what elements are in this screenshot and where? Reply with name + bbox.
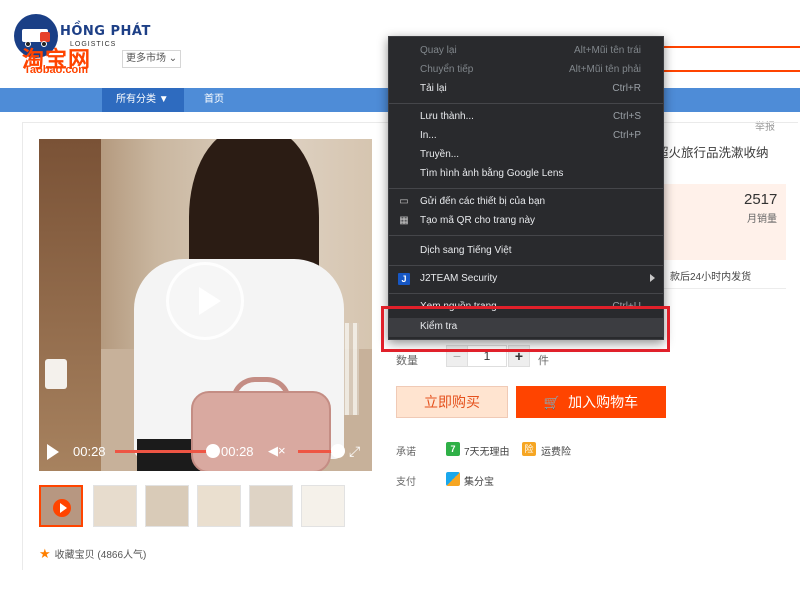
play-video-icon[interactable] [166, 262, 244, 340]
video-controls: 00:28 00:28 ◀× ⤢ [39, 434, 372, 470]
menu-separator [389, 293, 663, 294]
quantity-increase-button[interactable]: + [508, 345, 530, 367]
brand-name: HỒNG PHÁT [60, 24, 151, 39]
play-icon [53, 499, 71, 517]
thumbnail[interactable] [197, 485, 241, 527]
seven-days-return[interactable]: 7天无理由 [464, 443, 510, 458]
insurance-icon: 险 [522, 442, 536, 456]
thumbnail[interactable] [145, 485, 189, 527]
shipping-info: 款后24小时内发货 [670, 272, 752, 283]
product-title: 超火旅行品洗漱收纳 [656, 145, 769, 160]
favorite-label: 收藏宝贝 (4866人气) [54, 550, 147, 561]
submenu-arrow-icon [650, 274, 655, 282]
menu-item-view-source[interactable]: Xem nguồn trang Ctrl+U [389, 298, 663, 317]
menu-item-save-as[interactable]: Lưu thành... Ctrl+S [389, 108, 663, 127]
payment-label: 支付 [396, 477, 416, 488]
more-markets-select[interactable]: 更多市场 ⌄ [122, 50, 182, 68]
jifenbao-icon [446, 472, 460, 486]
volume-handle[interactable] [331, 444, 345, 458]
menu-item-cast[interactable]: Truyền... [389, 146, 663, 165]
menu-separator [389, 235, 663, 236]
menu-item-forward[interactable]: Chuyển tiếp Alt+Mũi tên phải [389, 61, 663, 80]
menu-separator [389, 103, 663, 104]
quantity-input[interactable] [467, 345, 507, 367]
taobao-domain: Taobao.com [24, 64, 88, 76]
payment-method[interactable]: 集分宝 [464, 473, 494, 488]
thumbnail[interactable] [301, 485, 345, 527]
monthly-sales-count: 2517 [744, 191, 778, 208]
menu-item-back[interactable]: Quay lại Alt+Mũi tên trái [389, 42, 663, 61]
progress-bar[interactable] [115, 450, 213, 453]
hong-phat-logo[interactable]: HỒNG PHÁT LOGISTICS 淘宝网 Taobao.com [14, 14, 150, 76]
monthly-sales-label: 月销量 [747, 214, 777, 225]
context-menu: Quay lại Alt+Mũi tên trái Chuyển tiếp Al… [388, 36, 664, 340]
qr-code-icon: ▦ [399, 215, 409, 226]
add-to-cart-button[interactable]: 🛒 加入购物车 [516, 386, 666, 418]
nav-home-link[interactable]: 首页 [204, 88, 224, 112]
menu-item-j2team-security[interactable]: J J2TEAM Security [389, 270, 663, 289]
menu-item-translate[interactable]: Dịch sang Tiếng Việt [389, 242, 663, 261]
divider [656, 288, 786, 289]
menu-item-print[interactable]: In... Ctrl+P [389, 127, 663, 146]
menu-item-inspect[interactable]: Kiểm tra [389, 318, 663, 337]
menu-item-send-to-devices[interactable]: ▭ Gửi đến các thiết bị của bạn [389, 193, 663, 212]
thumbnail[interactable] [93, 485, 137, 527]
thumbnail-strip [39, 485, 359, 529]
menu-separator [389, 188, 663, 189]
buy-now-button[interactable]: 立即购买 [396, 386, 508, 418]
quantity-decrease-button[interactable]: − [446, 345, 468, 367]
search-box-border [662, 46, 800, 48]
promise-label: 承诺 [396, 447, 416, 458]
thumbnail[interactable] [249, 485, 293, 527]
fullscreen-icon[interactable]: ⤢ [349, 442, 367, 460]
menu-item-google-lens[interactable]: Tìm hình ảnh bằng Google Lens [389, 165, 663, 184]
menu-separator [389, 265, 663, 266]
star-icon: ★ [39, 546, 51, 561]
thumbnail-video[interactable] [39, 485, 83, 527]
play-icon[interactable] [47, 444, 59, 460]
favorite-item[interactable]: ★ 收藏宝贝 (4866人气) [39, 546, 146, 562]
search-box-border [662, 70, 800, 72]
quantity-unit: 件 [538, 355, 549, 367]
progress-handle[interactable] [206, 444, 220, 458]
j2team-icon: J [398, 273, 410, 285]
current-time: 00:28 [73, 444, 106, 459]
shipping-insurance[interactable]: 运费险 [541, 443, 571, 458]
total-time: 00:28 [221, 444, 254, 459]
cart-icon: 🛒 [543, 395, 561, 410]
add-to-cart-label: 加入购物车 [568, 394, 639, 410]
menu-item-qr-code[interactable]: ▦ Tạo mã QR cho trang này [389, 212, 663, 231]
device-icon: ▭ [399, 196, 409, 207]
all-categories-menu[interactable]: 所有分类 ▼ [102, 88, 184, 112]
volume-icon[interactable]: ◀× [268, 443, 286, 459]
menu-item-reload[interactable]: Tải lại Ctrl+R [389, 80, 663, 99]
quantity-label: 数量 [396, 355, 418, 367]
seven-days-icon: 7 [446, 442, 460, 456]
